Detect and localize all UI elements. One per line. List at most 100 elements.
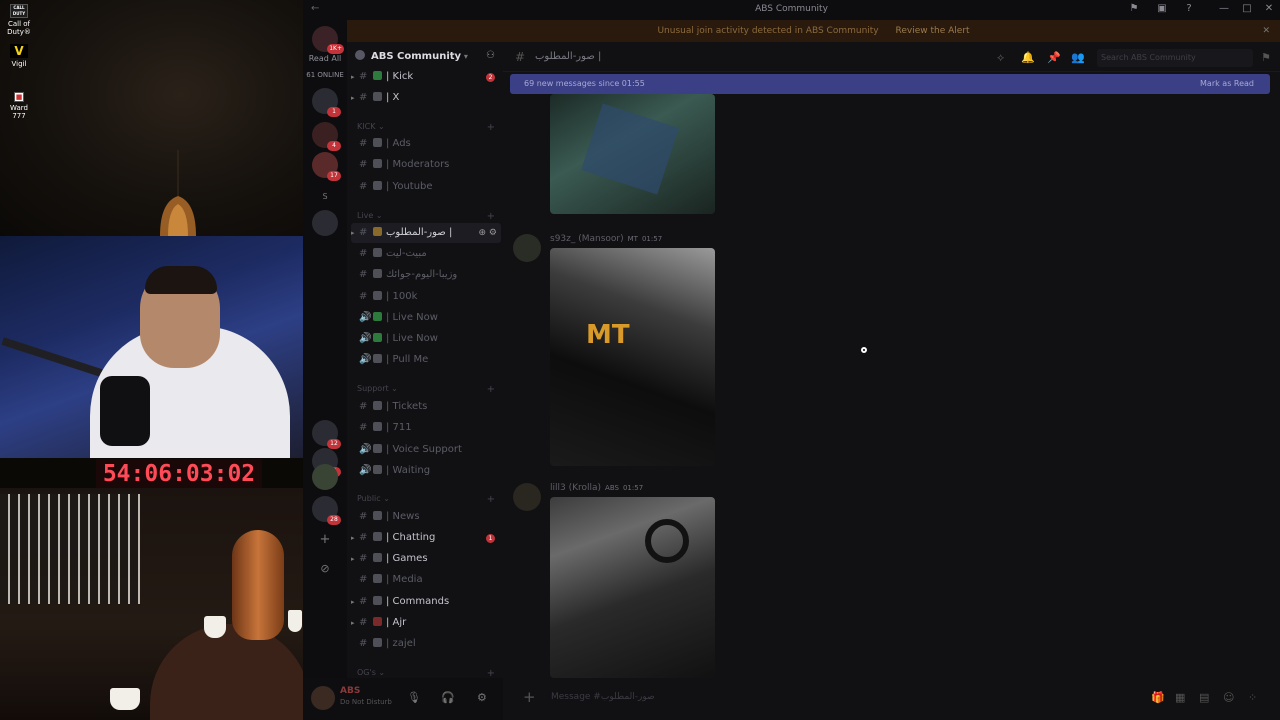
members-icon[interactable]: 👥 xyxy=(1071,51,1085,64)
speaker-icon: 🔊 xyxy=(359,465,372,476)
server-icon[interactable]: 28 xyxy=(312,496,341,525)
discord-window: ← ABS Community ⚑ ▣ ? — □ ✕ Unusual join… xyxy=(303,0,1280,720)
desktop-icon-vigil[interactable]: V Vigil xyxy=(4,44,34,68)
gift-icon[interactable]: 🎁 xyxy=(1151,691,1165,704)
channel-live-3[interactable]: # وزيبا-اليوم-جوائك xyxy=(351,265,501,285)
category-support[interactable]: Support ⌄ + xyxy=(357,384,495,398)
stream-timer: 54:06:03:02 xyxy=(96,459,262,489)
add-member-icon[interactable]: ⚇ xyxy=(486,50,495,61)
message-image[interactable] xyxy=(550,497,715,678)
channel-kick[interactable]: ▸ # | Kick 2 xyxy=(351,67,501,87)
server-icon[interactable] xyxy=(312,210,338,236)
read-all-button[interactable]: Read All xyxy=(303,54,347,63)
ward-icon: ■ xyxy=(14,92,24,102)
screen-icon[interactable]: ▣ xyxy=(1155,3,1169,14)
vigil-icon: V xyxy=(10,44,28,58)
avatar[interactable] xyxy=(513,234,541,262)
new-messages-bar[interactable]: 69 new messages since 01:55 Mark as Read xyxy=(510,74,1270,94)
channel-live-now[interactable]: 🔊 | Live Now xyxy=(351,308,501,328)
channel-news[interactable]: # | News xyxy=(351,507,501,527)
channel-tickets[interactable]: # | Tickets xyxy=(351,397,501,417)
review-alert-link[interactable]: Review the Alert xyxy=(896,26,970,36)
gif-icon[interactable]: ▦ xyxy=(1175,691,1185,704)
threads-icon[interactable]: ⟡ xyxy=(997,51,1004,65)
server-icon[interactable]: 1 xyxy=(312,88,341,117)
server-letter[interactable]: S xyxy=(303,192,347,201)
avatar[interactable] xyxy=(311,686,335,710)
channel-chatting[interactable]: ▸ # | Chatting 1 xyxy=(351,528,501,548)
help-icon[interactable]: ? xyxy=(1182,3,1196,14)
channel-voice-support[interactable]: 🔊 | Voice Support xyxy=(351,440,501,460)
mark-as-read-button[interactable]: Mark as Read xyxy=(1200,74,1254,94)
channel-zajel[interactable]: # | zajel xyxy=(351,634,501,654)
alert-banner: Unusual join activity detected in ABS Co… xyxy=(347,20,1280,42)
headphones-icon[interactable]: 🎧 xyxy=(441,691,455,704)
maximize-button[interactable]: □ xyxy=(1240,3,1254,14)
attach-plus-icon[interactable]: + xyxy=(523,688,536,706)
pin-icon[interactable]: 📌 xyxy=(1047,51,1061,64)
title-bar: ← ABS Community ⚑ ▣ ? — □ ✕ xyxy=(303,0,1280,20)
channel-youtube[interactable]: # | Youtube xyxy=(351,177,501,197)
add-channel-icon[interactable]: + xyxy=(487,494,495,505)
category-public[interactable]: Public ⌄ + xyxy=(357,494,495,508)
alert-close-icon[interactable]: ✕ xyxy=(1262,20,1270,42)
channel-active[interactable]: ▸ # صور-المطلوب | ⊕ ⚙ xyxy=(351,223,501,243)
close-button[interactable]: ✕ xyxy=(1262,3,1276,14)
mt-logo: MT xyxy=(586,320,630,350)
channel-ads[interactable]: # | Ads xyxy=(351,134,501,154)
channel-live-2[interactable]: # مبيت-ليت xyxy=(351,244,501,264)
add-server-icon[interactable]: + xyxy=(303,532,347,547)
bell-icon[interactable]: 🔔 xyxy=(1021,51,1035,64)
channel-live-now-2[interactable]: 🔊 | Live Now xyxy=(351,329,501,349)
channel-711[interactable]: # | 711 xyxy=(351,418,501,438)
sticker-icon[interactable]: ▤ xyxy=(1199,691,1209,704)
add-channel-icon[interactable]: + xyxy=(487,211,495,222)
channel-label: | Waiting xyxy=(386,465,431,476)
server-icon[interactable] xyxy=(312,464,338,490)
server-header[interactable]: ABS Community ▾ ⚇ xyxy=(355,50,495,68)
message-author[interactable]: lill3 (Krolla) ABS 01:57 xyxy=(550,483,643,493)
channel-label: | Tickets xyxy=(386,401,428,412)
channel-label: | Media xyxy=(386,574,423,585)
channel-label: | 711 xyxy=(386,422,412,433)
channel-ajr[interactable]: ▸ # | Ajr xyxy=(351,613,501,633)
channel-moderators[interactable]: # | Moderators xyxy=(351,155,501,175)
apps-icon[interactable]: ⁘ xyxy=(1248,691,1257,704)
channel-commands[interactable]: ▸ # | Commands xyxy=(351,592,501,612)
channel-100k[interactable]: # | 100k xyxy=(351,287,501,307)
server-badge: 4 xyxy=(327,141,341,151)
discord-home-icon[interactable]: 1K+ xyxy=(312,26,344,54)
message-author[interactable]: s93z_ (Mansoor) MT 01:57 xyxy=(550,234,662,244)
channel-waiting[interactable]: 🔊 | Waiting xyxy=(351,461,501,481)
add-channel-icon[interactable]: + xyxy=(487,122,495,133)
inbox-icon[interactable]: ⚑ xyxy=(1127,3,1141,14)
inbox-icon[interactable]: ⚑ xyxy=(1261,51,1271,64)
object-shape xyxy=(645,519,689,563)
desktop-icon-call-of-duty[interactable]: CALL DUTY Call of Duty® xyxy=(4,4,34,36)
message-input[interactable]: Message #صور-المطلوب xyxy=(551,692,655,702)
message-image[interactable]: MT xyxy=(550,248,715,466)
channel-label: | Live Now xyxy=(386,312,438,323)
discover-icon[interactable]: ⊘ xyxy=(303,562,347,575)
add-channel-icon[interactable]: + xyxy=(487,384,495,395)
server-icon[interactable]: 17 xyxy=(312,152,341,181)
message-time: 01:57 xyxy=(622,484,644,492)
avatar[interactable] xyxy=(513,483,541,511)
channel-settings-icon[interactable]: ⊕ ⚙ xyxy=(479,223,497,243)
minimize-button[interactable]: — xyxy=(1217,3,1231,14)
server-icon[interactable]: 4 xyxy=(312,122,341,151)
server-name: ABS Community xyxy=(371,51,462,62)
channel-media[interactable]: # | Media xyxy=(351,570,501,590)
search-input[interactable]: Search ABS Community xyxy=(1097,49,1253,67)
mouse-cursor xyxy=(861,347,867,353)
emoji-icon[interactable]: ☺ xyxy=(1223,691,1234,704)
server-icon[interactable]: 12 xyxy=(312,420,341,449)
channel-games[interactable]: ▸ # | Games xyxy=(351,549,501,569)
channel-pull-me[interactable]: 🔊 | Pull Me xyxy=(351,350,501,370)
settings-gear-icon[interactable]: ⚙ xyxy=(477,691,487,704)
server-icon xyxy=(355,50,365,60)
microphone-icon[interactable]: 🎙 xyxy=(407,691,421,704)
channel-x[interactable]: ▸ # | X xyxy=(351,88,501,108)
desktop-icon-ward[interactable]: ■ Ward 777 xyxy=(4,92,34,120)
message-image[interactable] xyxy=(550,94,715,214)
